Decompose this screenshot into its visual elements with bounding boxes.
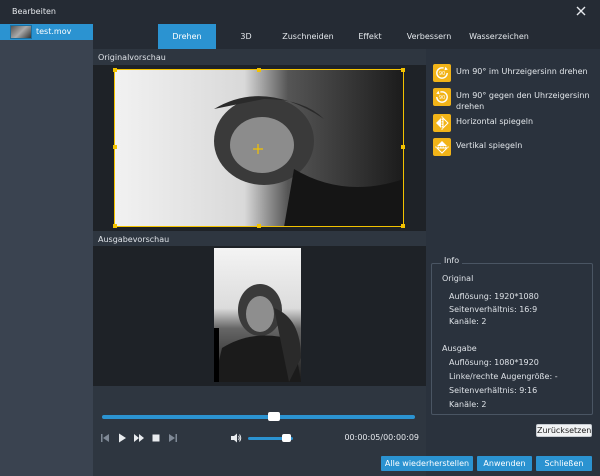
output-eye-size: Linke/rechte Augengröße: - xyxy=(449,372,558,381)
file-name: test.mov xyxy=(36,27,72,36)
window-title: Bearbeiten xyxy=(12,7,56,16)
original-preview-label: Originalvorschau xyxy=(98,53,166,62)
rotate-options-panel: 90 Um 90° im Uhrzeigersinn drehen 90 Um … xyxy=(426,49,600,476)
original-channels: Kanäle: 2 xyxy=(449,317,487,326)
info-title: Info xyxy=(441,256,463,265)
volume-slider[interactable] xyxy=(248,434,293,442)
output-preview xyxy=(93,246,426,386)
original-heading: Original xyxy=(442,274,474,283)
rotate-clockwise-icon: 90 xyxy=(433,64,451,82)
svg-text:90: 90 xyxy=(439,95,445,101)
seek-bar[interactable] xyxy=(102,412,415,421)
fast-forward-icon[interactable] xyxy=(133,432,145,444)
play-icon[interactable] xyxy=(116,432,128,444)
skip-back-icon[interactable] xyxy=(99,432,111,444)
tab-effekt[interactable]: Effekt xyxy=(350,24,390,49)
output-preview-header: Ausgabevorschau xyxy=(93,232,426,247)
flip-horizontal-label: Horizontal spiegeln xyxy=(456,117,534,126)
svg-text:90: 90 xyxy=(439,71,445,77)
video-thumbnail xyxy=(10,25,32,39)
time-display: 00:00:05/00:00:09 xyxy=(344,433,419,442)
file-list-item[interactable]: test.mov xyxy=(0,24,93,40)
flip-vertical-icon xyxy=(433,138,451,156)
seek-thumb[interactable] xyxy=(268,412,281,421)
volume-icon[interactable] xyxy=(230,432,242,444)
output-video-frame xyxy=(214,248,301,382)
output-channels: Kanäle: 2 xyxy=(449,400,487,409)
original-aspect-ratio: Seitenverhältnis: 16:9 xyxy=(449,305,538,314)
preview-area: Originalvorschau Ausgabevorschau 00:00:0… xyxy=(93,49,426,476)
output-aspect-ratio: Seitenverhältnis: 9:16 xyxy=(449,386,538,395)
seek-area xyxy=(93,412,426,421)
flip-horizontal-icon xyxy=(433,114,451,132)
tab-drehen[interactable]: Drehen xyxy=(158,24,216,49)
playback-controls: 00:00:05/00:00:09 xyxy=(93,428,426,450)
tab-verbessern[interactable]: Verbessern xyxy=(400,24,458,49)
restore-all-button[interactable]: Alle wiederherstellen xyxy=(381,456,473,471)
output-preview-label: Ausgabevorschau xyxy=(98,235,170,244)
stop-icon[interactable] xyxy=(150,432,162,444)
file-sidebar: test.mov xyxy=(0,24,93,476)
tab-bar: Drehen 3D Zuschneiden Effekt Verbessern … xyxy=(93,24,600,49)
close-icon[interactable] xyxy=(574,4,588,18)
apply-button[interactable]: Anwenden xyxy=(477,456,532,471)
original-video-frame xyxy=(114,69,404,227)
reset-button[interactable]: Zurücksetzen xyxy=(536,424,592,437)
output-heading: Ausgabe xyxy=(442,344,477,353)
title-bar: Bearbeiten xyxy=(0,0,600,24)
tab-3d[interactable]: 3D xyxy=(226,24,266,49)
skip-forward-icon[interactable] xyxy=(167,432,179,444)
output-resolution: Auflösung: 1080*1920 xyxy=(449,358,539,367)
rotate-clockwise-label: Um 90° im Uhrzeigersinn drehen xyxy=(456,67,588,76)
tab-zuschneiden[interactable]: Zuschneiden xyxy=(276,24,340,49)
original-preview xyxy=(93,65,426,231)
tab-wasserzeichen[interactable]: Wasserzeichen xyxy=(463,24,535,49)
original-resolution: Auflösung: 1920*1080 xyxy=(449,292,539,301)
rotate-counterclockwise-icon: 90 xyxy=(433,88,451,106)
rotate-counterclockwise-label: Um 90° gegen den Uhrzeigersinn drehen xyxy=(456,91,590,111)
original-preview-header: Originalvorschau xyxy=(93,50,426,65)
volume-thumb[interactable] xyxy=(281,434,291,442)
flip-vertical-label: Vertikal spiegeln xyxy=(456,141,523,150)
close-button[interactable]: Schließen xyxy=(536,456,592,471)
